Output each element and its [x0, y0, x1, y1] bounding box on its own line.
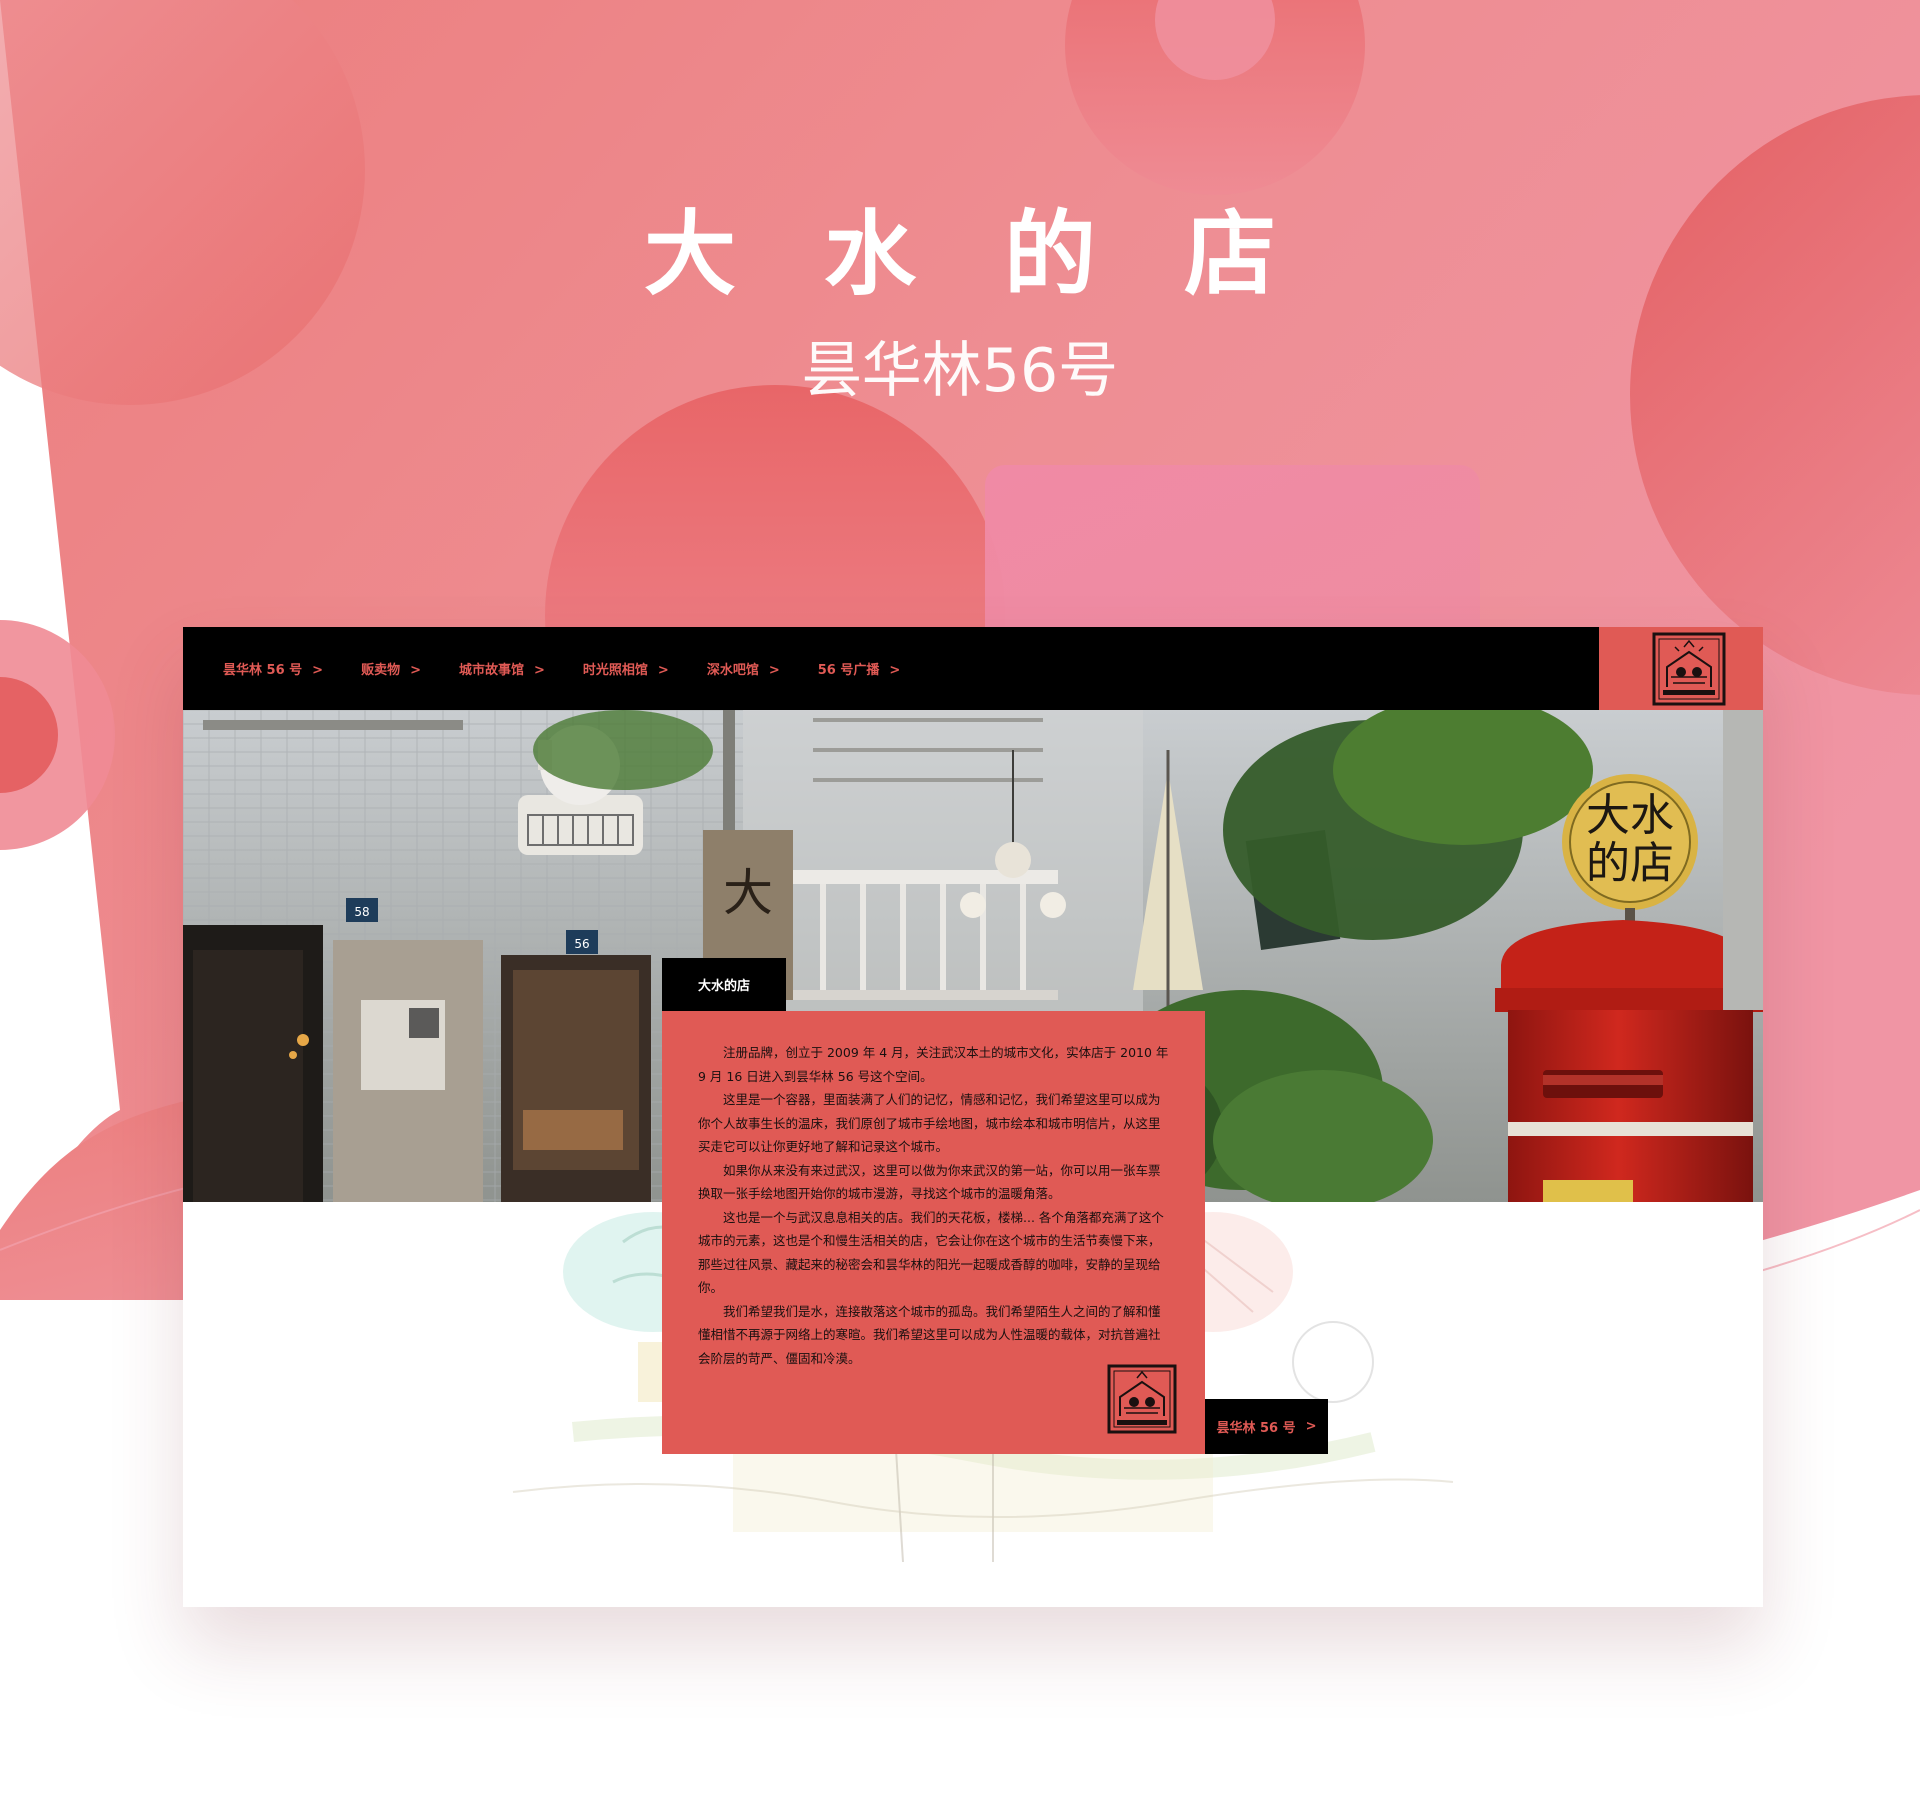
website-mockup: 昙华林 56 号 > 贩卖物 > 城市故事馆 > 时光照相馆 > 深水吧馆 > 56 号广… [183, 627, 1763, 1607]
nav-item-goods[interactable]: 贩卖物 > [361, 659, 421, 678]
nav-item-photo-studio[interactable]: 时光照相馆 > [583, 659, 669, 678]
chevron-right-icon: > [657, 663, 669, 678]
door-number-56: 56 [574, 937, 589, 951]
nav-item-deep-water-bar[interactable]: 深水吧馆 > [707, 659, 780, 678]
section-tag: 大水的店 [662, 958, 786, 1011]
nav-item-city-story[interactable]: 城市故事馆 > [459, 659, 545, 678]
nav-item-label: 56 号广播 [817, 663, 880, 678]
intro-text-panel: 注册品牌，创立于 2009 年 4 月，关注武汉本土的城市文化，实体店于 201… [662, 1011, 1205, 1454]
nav-item-label: 城市故事馆 [458, 663, 524, 678]
intro-paragraph: 这也是一个与武汉息息相关的店。我们的天花板，楼梯... 各个角落都充满了这个城市… [698, 1209, 1164, 1296]
chevron-right-icon: > [1305, 1419, 1317, 1434]
nav-menu: 昙华林 56 号 > 贩卖物 > 城市故事馆 > 时光照相馆 > 深水吧馆 > 56 号广… [223, 627, 938, 710]
nav-item-label: 深水吧馆 [706, 663, 759, 678]
chevron-right-icon: > [410, 663, 421, 678]
svg-text:大: 大 [723, 864, 773, 922]
intro-paragraph: 如果你从来没有来过武汉，这里可以做为你来武汉的第一站，你可以用一张车票换取一张手… [698, 1162, 1161, 1202]
nav-item-tanhualin-56[interactable]: 昙华林 56 号 > [223, 659, 323, 678]
logo-button[interactable] [1599, 627, 1763, 710]
chevron-right-icon: > [889, 663, 901, 678]
nav-item-label: 贩卖物 [361, 663, 401, 678]
chevron-right-icon: > [534, 663, 545, 678]
intro-paragraph: 这里是一个容器，里面装满了人们的记忆，情感和记忆，我们希望这里可以成为你个人故事… [698, 1092, 1161, 1154]
top-navigation: 昙华林 56 号 > 贩卖物 > 城市故事馆 > 时光照相馆 > 深水吧馆 > 56 号广… [183, 627, 1599, 710]
nav-item-label: 昙华林 56 号 [223, 663, 303, 678]
shop-sign-line1: 大水 [1586, 790, 1674, 841]
nav-item-label: 时光照相馆 [582, 663, 648, 678]
intro-paragraph: 注册品牌，创立于 2009 年 4 月，关注武汉本土的城市文化，实体店于 201… [698, 1045, 1169, 1084]
intro-paragraph: 我们希望我们是水，连接散落这个城市的孤岛。我们希望陌生人之间的了解和懂懂相惜不再… [698, 1303, 1161, 1366]
door-number-58: 58 [354, 905, 369, 919]
shop-stamp-icon [1652, 632, 1726, 706]
read-more-button[interactable]: 昙华林 56 号 > [1205, 1399, 1328, 1454]
read-more-label: 昙华林 56 号 [1216, 1421, 1296, 1436]
nav-item-radio-56[interactable]: 56 号广播 > [818, 659, 901, 678]
chevron-right-icon: > [768, 663, 780, 678]
shop-sign-line2: 的店 [1586, 838, 1674, 889]
chevron-right-icon: > [312, 663, 324, 678]
hero-title: 大 水 的 店 [643, 201, 1305, 308]
shop-stamp-icon [1107, 1364, 1177, 1434]
hero-subtitle: 昙华林56号 [801, 336, 1119, 406]
